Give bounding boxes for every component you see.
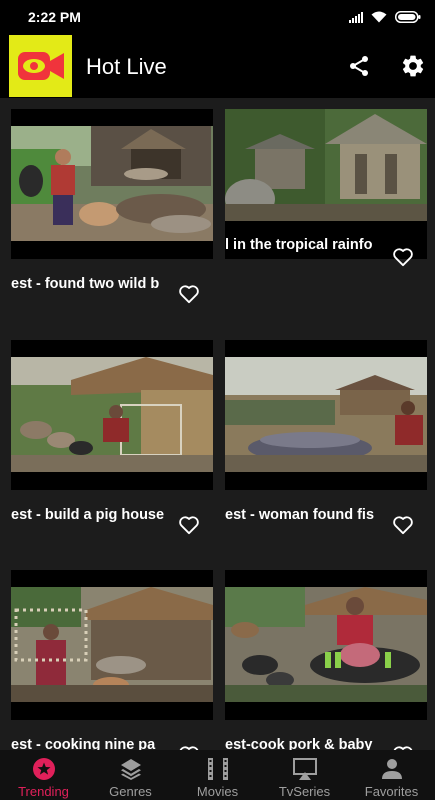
favorite-button[interactable] bbox=[177, 743, 201, 750]
video-title: est - found two wild b bbox=[11, 276, 160, 292]
nav-item-tvseries[interactable]: TvSeries bbox=[261, 750, 348, 800]
status-icons bbox=[349, 11, 421, 23]
video-thumbnail[interactable] bbox=[11, 340, 213, 490]
video-card[interactable]: est-cook pork & baby bbox=[225, 570, 427, 750]
layers-icon bbox=[119, 756, 143, 782]
video-title: l in the tropical rainfo bbox=[225, 237, 373, 253]
status-time: 2:22 PM bbox=[28, 9, 81, 25]
person-icon bbox=[381, 756, 403, 782]
nav-label: TvSeries bbox=[278, 784, 331, 799]
app-logo bbox=[9, 35, 72, 97]
video-thumbnail[interactable] bbox=[11, 109, 213, 259]
video-card[interactable]: est - build a pig house bbox=[11, 340, 213, 536]
gear-icon bbox=[402, 55, 424, 77]
video-card[interactable]: est - woman found fis bbox=[225, 340, 427, 536]
nav-item-trending[interactable]: Trending bbox=[0, 750, 87, 800]
video-card[interactable]: est - cooking nine pa bbox=[11, 570, 213, 750]
heart-outline-icon bbox=[393, 516, 413, 535]
nav-label: Movies bbox=[196, 784, 239, 799]
favorite-button[interactable] bbox=[177, 513, 201, 537]
app-title: Hot Live bbox=[86, 54, 167, 79]
nav-label: Trending bbox=[18, 784, 69, 799]
heart-outline-icon bbox=[393, 248, 413, 267]
app-bar: Hot Live bbox=[0, 34, 435, 98]
nav-item-genres[interactable]: Genres bbox=[87, 750, 174, 800]
star-badge-icon bbox=[32, 756, 56, 782]
share-icon bbox=[350, 56, 368, 76]
battery-icon bbox=[395, 11, 421, 23]
video-card[interactable]: l in the tropical rainfo bbox=[225, 109, 427, 305]
video-grid: est - found two wild b l in the tropical… bbox=[0, 98, 435, 750]
nav-label: Favorites bbox=[364, 784, 419, 799]
video-title: est - build a pig house bbox=[11, 507, 165, 523]
nav-label: Genres bbox=[109, 784, 152, 799]
tv-icon bbox=[292, 756, 318, 782]
video-title: est - woman found fis bbox=[225, 507, 375, 523]
heart-outline-icon bbox=[179, 516, 199, 535]
status-bar: 2:22 PM bbox=[0, 0, 435, 34]
settings-button[interactable] bbox=[398, 51, 428, 81]
video-thumbnail[interactable] bbox=[11, 570, 213, 720]
video-card[interactable]: est - found two wild b bbox=[11, 109, 213, 305]
favorite-button[interactable] bbox=[391, 513, 415, 537]
video-title: est - cooking nine pa bbox=[11, 737, 156, 750]
share-button[interactable] bbox=[344, 51, 374, 81]
video-thumbnail[interactable] bbox=[225, 340, 427, 490]
wifi-icon bbox=[371, 11, 387, 23]
nav-item-movies[interactable]: Movies bbox=[174, 750, 261, 800]
nav-item-favorites[interactable]: Favorites bbox=[348, 750, 435, 800]
film-icon bbox=[207, 756, 229, 782]
favorite-button[interactable] bbox=[391, 743, 415, 750]
video-camera-icon bbox=[17, 52, 64, 80]
video-title: est-cook pork & baby bbox=[225, 737, 373, 750]
favorite-button[interactable] bbox=[391, 245, 415, 269]
favorite-button[interactable] bbox=[177, 282, 201, 306]
signal-icon bbox=[349, 11, 363, 23]
video-thumbnail[interactable] bbox=[225, 570, 427, 720]
bottom-navigation: Trending Genres Movies TvSeries Favorite… bbox=[0, 750, 435, 800]
heart-outline-icon bbox=[179, 285, 199, 304]
